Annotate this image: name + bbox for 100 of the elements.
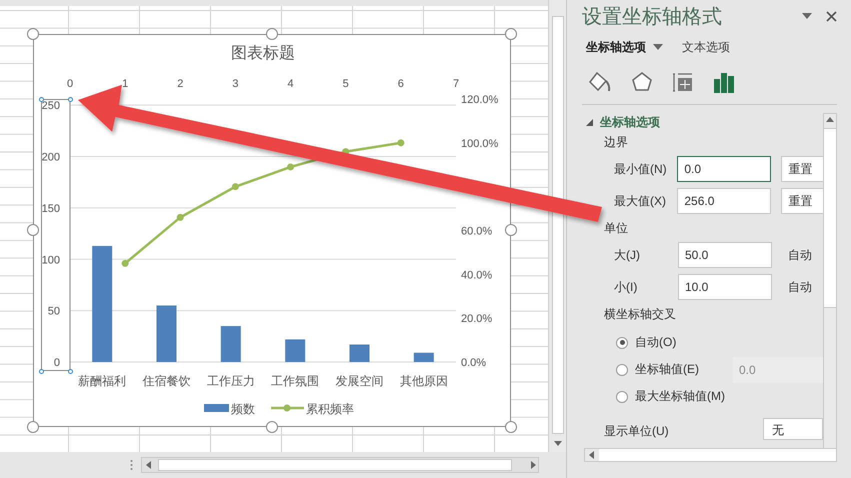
pane-horizontal-scrollbar[interactable] [584, 448, 837, 462]
scroll-left-icon[interactable] [145, 461, 153, 469]
field-label: 显示单位(U) [604, 423, 669, 440]
number-field[interactable]: 10.0 [678, 274, 772, 300]
resize-handle[interactable] [505, 421, 517, 433]
resize-handle[interactable] [505, 28, 517, 40]
pane-options-icon[interactable] [802, 13, 812, 19]
bar [350, 344, 370, 362]
radio-button[interactable] [616, 390, 628, 402]
axis-tick-label: 120.0% [461, 94, 498, 106]
section-header[interactable]: 坐标轴选项 [586, 113, 660, 131]
resize-handle[interactable] [27, 224, 39, 236]
field-label: 大(J) [614, 246, 641, 264]
selection-handle[interactable] [68, 368, 72, 374]
axis-tick-label: 1 [122, 78, 128, 90]
chart-title: 图表标题 [231, 45, 295, 62]
legend-label: 累积频率 [306, 402, 354, 416]
category-tab[interactable] [672, 71, 694, 93]
vertical-scrollbar[interactable] [548, 0, 566, 452]
axis-tick-label: 40.0% [461, 269, 492, 282]
axis-tick-label: 3 [232, 78, 238, 90]
bar [220, 326, 241, 362]
legend-label: 频数 [231, 402, 255, 416]
paint-bucket-icon [588, 71, 612, 93]
selection-handle[interactable] [38, 368, 44, 374]
data-point [122, 260, 129, 267]
group-heading: 横坐标轴交叉 [603, 306, 677, 322]
pane-tab[interactable]: 文本选项 [678, 38, 730, 56]
group-heading: 边界 [603, 134, 629, 150]
reset-button[interactable]: 重置 [781, 188, 823, 214]
pane-tab[interactable]: 坐标轴选项 [582, 38, 664, 56]
category-label: 发展空间 [336, 374, 384, 388]
axis-tick-label: 5 [342, 78, 349, 90]
axis-tick-label: 20.0% [461, 313, 492, 326]
scroll-down-icon[interactable] [554, 440, 562, 448]
data-point [287, 163, 294, 170]
resize-handle[interactable] [505, 224, 517, 236]
category-tab[interactable] [631, 71, 653, 93]
axis-tick-label: 50 [48, 306, 60, 318]
scroll-right-icon[interactable] [530, 461, 538, 469]
close-icon[interactable] [826, 10, 837, 22]
splitter-icon[interactable] [130, 459, 133, 471]
radio-label: 最大坐标轴值(M) [635, 388, 725, 405]
category-label: 薪酬福利 [78, 374, 126, 388]
axis-tick-label: 250 [42, 100, 60, 112]
data-point [397, 139, 404, 146]
axis-tick-label: 100 [42, 254, 60, 266]
scroll-left-icon[interactable] [588, 451, 596, 459]
data-point [232, 183, 239, 190]
dropdown-caret-icon [652, 43, 664, 51]
radio-label: 坐标轴值(E) [635, 361, 699, 378]
radio-button[interactable] [616, 336, 628, 348]
axis-tick-label: 0.0% [461, 357, 486, 369]
data-point [176, 214, 184, 221]
category-tab[interactable] [588, 71, 612, 93]
selection-handle[interactable] [68, 96, 72, 102]
field-label: 最大值(X) [614, 192, 667, 210]
axis-tick-label: 7 [452, 78, 460, 90]
axis-tick-label: 100.0% [461, 138, 498, 150]
axis-tick-label: 4 [288, 78, 294, 90]
auto-status: 自动 [788, 246, 812, 264]
axis-tick-label: 60.0% [461, 226, 492, 238]
pentagon-icon [631, 71, 653, 93]
scroll-up-icon[interactable] [826, 116, 834, 124]
horizontal-scrollbar[interactable] [141, 457, 539, 473]
group-heading: 单位 [603, 220, 629, 236]
pane-title: 设置坐标轴格式 [582, 4, 723, 30]
bar [156, 306, 176, 362]
pane-scrollbar[interactable] [823, 113, 837, 451]
radio-label: 自动(O) [635, 334, 676, 351]
number-field[interactable]: 50.0 [678, 242, 772, 268]
category-label: 住宿餐饮 [142, 374, 190, 388]
axis-tick-label: 6 [398, 78, 404, 90]
resize-handle[interactable] [266, 28, 278, 40]
chart-area[interactable]: 图表标题 0 50 100 150 200 250 薪酬福利 住宿餐饮 工作压力 工作氛围 发展空间 其他原因 频数 0 1 2 3 4 5 6 7 0.0% 20.0% 40.0% 60.0% 100.0% 120.0% 累积频率 [33, 34, 511, 427]
axis-tick-label: 200 [42, 152, 60, 164]
field-label: 小(I) [614, 278, 638, 296]
category-label: 其他原因 [400, 374, 448, 388]
size-properties-icon [672, 71, 694, 93]
reset-button[interactable]: 重置 [781, 156, 823, 182]
field-label: 最小值(N) [614, 160, 668, 178]
bar [285, 339, 306, 362]
resize-handle[interactable] [266, 421, 278, 433]
resize-handle[interactable] [27, 421, 39, 433]
bar [414, 352, 434, 362]
collapse-triangle-icon [586, 118, 593, 126]
resize-handle[interactable] [27, 28, 39, 40]
category-label: 工作氛围 [271, 374, 320, 388]
selection-handle[interactable] [38, 96, 44, 102]
display-units-dropdown[interactable]: 无 [763, 418, 823, 440]
number-field[interactable]: 256.0 [677, 188, 772, 214]
category-tab[interactable] [713, 71, 735, 93]
auto-status: 自动 [788, 278, 812, 296]
bar-chart-icon [713, 71, 735, 93]
axis-tick-label: 0 [54, 357, 60, 369]
axis-tick-label: 0 [66, 78, 74, 90]
number-field[interactable]: 0.0 [677, 156, 772, 182]
axis-tick-label: 150 [42, 202, 60, 215]
category-label: 工作压力 [206, 374, 255, 388]
axis-tick-label: 2 [177, 78, 184, 90]
